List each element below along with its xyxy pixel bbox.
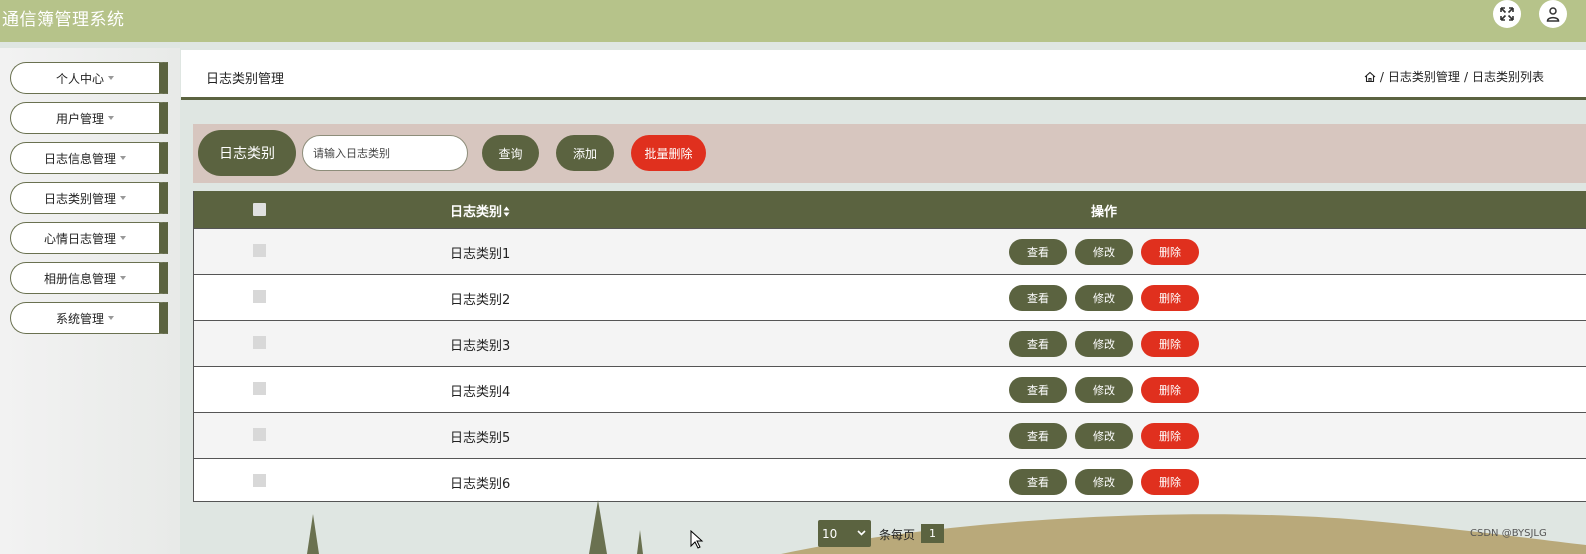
delete-button[interactable]: 删除 xyxy=(1141,285,1199,311)
page-size-value: 10 xyxy=(822,526,838,541)
sidebar-item-label: 心情日志管理 xyxy=(43,231,116,246)
caret-down-icon xyxy=(108,76,114,80)
page-title: 日志类别管理 xyxy=(206,72,285,87)
sidebar-item-label: 日志类别管理 xyxy=(43,191,116,206)
caret-down-icon xyxy=(108,116,114,120)
edit-button[interactable]: 修改 xyxy=(1075,331,1133,357)
edit-button[interactable]: 修改 xyxy=(1075,239,1133,265)
column-header-label: 日志类别 xyxy=(450,205,503,220)
sidebar-item-mood-log[interactable]: 心情日志管理 xyxy=(10,222,168,254)
sidebar-item-label: 系统管理 xyxy=(55,311,104,326)
table-row: 日志类别2 查看 修改 删除 xyxy=(194,274,1586,320)
user-icon xyxy=(1546,7,1560,22)
add-button[interactable]: 添加 xyxy=(556,135,614,171)
column-header-category[interactable]: 日志类别 xyxy=(450,201,510,220)
edit-button[interactable]: 修改 xyxy=(1075,423,1133,449)
breadcrumb-link[interactable]: 日志类别管理 xyxy=(1388,68,1460,85)
category-cell: 日志类别4 xyxy=(450,385,511,400)
row-checkbox[interactable] xyxy=(253,290,266,303)
mouse-cursor-icon xyxy=(690,530,704,549)
user-menu-button[interactable] xyxy=(1539,0,1567,28)
row-checkbox[interactable] xyxy=(253,474,266,487)
row-checkbox[interactable] xyxy=(253,336,266,349)
table-row: 日志类别5 查看 修改 删除 xyxy=(194,412,1586,458)
edit-button[interactable]: 修改 xyxy=(1075,469,1133,495)
fullscreen-button[interactable] xyxy=(1493,0,1521,28)
delete-button[interactable]: 删除 xyxy=(1141,377,1199,403)
breadcrumb-separator: / xyxy=(1463,69,1468,84)
query-button[interactable]: 查询 xyxy=(482,135,539,171)
view-button[interactable]: 查看 xyxy=(1009,423,1067,449)
view-button[interactable]: 查看 xyxy=(1009,239,1067,265)
column-header-operations: 操作 xyxy=(1091,205,1118,220)
delete-button[interactable]: 删除 xyxy=(1141,331,1199,357)
sidebar-item-system[interactable]: 系统管理 xyxy=(10,302,168,334)
sidebar-item-personal-center[interactable]: 个人中心 xyxy=(10,62,168,94)
sidebar-item-label: 用户管理 xyxy=(55,111,104,126)
sidebar-item-album[interactable]: 相册信息管理 xyxy=(10,262,168,294)
fullscreen-icon xyxy=(1500,7,1514,21)
category-cell: 日志类别2 xyxy=(450,293,511,308)
table-row: 日志类别6 查看 修改 删除 xyxy=(194,458,1586,501)
view-button[interactable]: 查看 xyxy=(1009,469,1067,495)
edit-button[interactable]: 修改 xyxy=(1075,285,1133,311)
sidebar: 个人中心 用户管理 日志信息管理 日志类别管理 心情日志管理 相册信息管理 系统… xyxy=(0,48,180,554)
row-checkbox[interactable] xyxy=(253,244,266,257)
search-label: 日志类别 xyxy=(198,130,296,176)
row-checkbox[interactable] xyxy=(253,382,266,395)
page-button-current[interactable]: 1 xyxy=(921,524,944,543)
delete-button[interactable]: 删除 xyxy=(1141,423,1199,449)
top-bar: 通信簿管理系统 xyxy=(0,0,1586,42)
sidebar-item-log-category[interactable]: 日志类别管理 xyxy=(10,182,168,214)
data-table: 日志类别 操作 日志类别1 查看 修改 删除 日志类别2 查看 修改 删除 日志… xyxy=(193,191,1586,502)
delete-button[interactable]: 删除 xyxy=(1141,469,1199,495)
sidebar-item-label: 日志信息管理 xyxy=(43,151,116,166)
sidebar-item-label: 个人中心 xyxy=(55,71,104,86)
view-button[interactable]: 查看 xyxy=(1009,285,1067,311)
caret-down-icon xyxy=(120,156,126,160)
batch-delete-button[interactable]: 批量删除 xyxy=(631,135,706,171)
app-title: 通信簿管理系统 xyxy=(2,10,125,30)
delete-button[interactable]: 删除 xyxy=(1141,239,1199,265)
home-icon[interactable] xyxy=(1364,71,1376,83)
select-all-checkbox[interactable] xyxy=(253,203,266,216)
sidebar-item-label: 相册信息管理 xyxy=(43,271,116,286)
table-row: 日志类别3 查看 修改 删除 xyxy=(194,320,1586,366)
per-page-label: 条每页 xyxy=(879,528,916,542)
table-header: 日志类别 操作 xyxy=(194,191,1586,228)
category-cell: 日志类别5 xyxy=(450,431,511,446)
view-button[interactable]: 查看 xyxy=(1009,377,1067,403)
watermark: CSDN @BYSJLG xyxy=(1470,528,1547,539)
caret-down-icon xyxy=(120,236,126,240)
chevron-down-icon xyxy=(857,530,866,536)
table-row: 日志类别1 查看 修改 删除 xyxy=(194,228,1586,274)
row-checkbox[interactable] xyxy=(253,428,266,441)
breadcrumb-current: 日志类别列表 xyxy=(1471,70,1544,84)
category-cell: 日志类别3 xyxy=(450,339,511,354)
search-bar: 日志类别 查询 添加 批量删除 xyxy=(193,124,1586,183)
sidebar-item-log-info[interactable]: 日志信息管理 xyxy=(10,142,168,174)
category-cell: 日志类别1 xyxy=(450,247,511,262)
caret-down-icon xyxy=(120,196,126,200)
breadcrumb-separator: / xyxy=(1379,69,1384,84)
page-size-select[interactable]: 10 xyxy=(818,520,871,547)
caret-down-icon xyxy=(108,316,114,320)
content-header: 日志类别管理 / 日志类别管理 / 日志类别列表 xyxy=(181,50,1586,100)
table-row: 日志类别4 查看 修改 删除 xyxy=(194,366,1586,412)
sidebar-item-user-management[interactable]: 用户管理 xyxy=(10,102,168,134)
edit-button[interactable]: 修改 xyxy=(1075,377,1133,403)
search-input[interactable] xyxy=(302,135,468,171)
caret-down-icon xyxy=(120,276,126,280)
breadcrumb: / 日志类别管理 / 日志类别列表 xyxy=(1364,68,1544,85)
category-cell: 日志类别6 xyxy=(450,477,511,492)
sort-icon[interactable] xyxy=(503,206,510,217)
view-button[interactable]: 查看 xyxy=(1009,331,1067,357)
